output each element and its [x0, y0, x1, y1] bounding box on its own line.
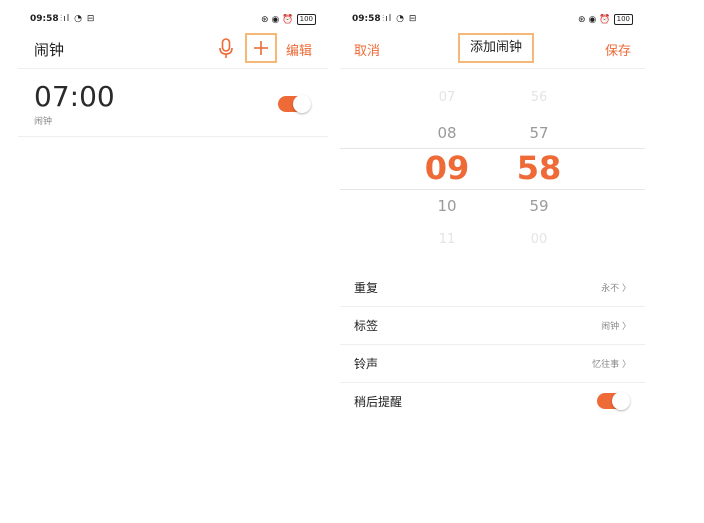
setting-value: 忆往事 〉 — [592, 360, 631, 370]
minute-option[interactable]: 56 — [514, 90, 564, 105]
header: 取消 添加闹钟 保存 — [340, 30, 645, 69]
picker-selection-band — [340, 148, 645, 190]
signal-icons: ⫶ıl ◔ ⊟ — [60, 14, 96, 24]
cancel-button[interactable]: 取消 — [354, 40, 380, 59]
snooze-row[interactable]: 稍后提醒 — [340, 382, 645, 420]
minute-option[interactable]: 00 — [514, 232, 564, 247]
hour-option[interactable]: 10 — [422, 197, 472, 215]
selected-hour[interactable]: 09 — [422, 148, 472, 188]
alarm-list-item[interactable]: 07:00 闹钟 — [18, 78, 328, 137]
selected-minute[interactable]: 58 — [514, 148, 564, 188]
alarm-label: 闹钟 — [34, 117, 53, 127]
alarm-time: 07:00 — [34, 80, 115, 113]
add-alarm-screen: 09:58 ⫶ıl ◔ ⊟ ⊛ ◉ ⏰ 100 取消 添加闹钟 保存 07 08… — [340, 0, 645, 523]
header: 闹钟 编辑 — [18, 30, 328, 69]
status-bar: 09:58 ⫶ıl ◔ ⊟ ⊛ ◉ ⏰ 100 — [30, 14, 316, 28]
hour-option[interactable]: 07 — [422, 90, 472, 105]
ringtone-row[interactable]: 铃声 忆往事 〉 — [340, 344, 645, 383]
page-title: 添加闹钟 — [458, 33, 534, 63]
battery-icon: 100 — [613, 14, 633, 25]
status-time: 09:58 — [352, 14, 381, 24]
alarm-list-screen: 09:58 ⫶ıl ◔ ⊟ ⊛ ◉ ⏰ 100 闹钟 编辑 07:00 闹钟 — [18, 0, 328, 523]
alarm-icon: ⏰ — [599, 14, 611, 25]
repeat-row[interactable]: 重复 永不 〉 — [340, 268, 645, 307]
save-button[interactable]: 保存 — [605, 40, 631, 59]
location-icon: ◉ — [588, 14, 597, 25]
alarm-toggle[interactable] — [278, 95, 311, 113]
time-picker[interactable]: 07 08 09 10 11 56 57 58 59 00 — [340, 68, 645, 268]
signal-icons: ⫶ıl ◔ ⊟ — [382, 14, 418, 24]
battery-icon: 100 — [296, 14, 316, 25]
setting-value: 闹钟 〉 — [601, 322, 631, 332]
label-row[interactable]: 标签 闹钟 〉 — [340, 306, 645, 345]
hour-option[interactable]: 08 — [422, 124, 472, 142]
plus-icon — [254, 41, 268, 55]
eye-icon: ⊛ — [578, 14, 586, 25]
setting-label: 重复 — [354, 281, 379, 295]
add-alarm-button[interactable] — [245, 33, 277, 63]
status-time: 09:58 — [30, 14, 59, 24]
setting-label: 标签 — [354, 319, 379, 333]
minute-option[interactable]: 59 — [514, 197, 564, 215]
status-bar: 09:58 ⫶ıl ◔ ⊟ ⊛ ◉ ⏰ 100 — [352, 14, 633, 28]
page-title: 闹钟 — [34, 41, 65, 59]
setting-value: 永不 〉 — [601, 284, 631, 294]
setting-label: 铃声 — [354, 357, 379, 371]
toggle-knob — [293, 95, 311, 113]
edit-button[interactable]: 编辑 — [286, 40, 312, 59]
hour-option[interactable]: 11 — [422, 232, 472, 247]
eye-icon: ⊛ — [261, 14, 269, 25]
setting-label: 稍后提醒 — [354, 395, 403, 409]
microphone-icon[interactable] — [219, 38, 233, 60]
snooze-toggle[interactable] — [597, 392, 630, 410]
alarm-icon: ⏰ — [282, 14, 294, 25]
location-icon: ◉ — [271, 14, 280, 25]
minute-option[interactable]: 57 — [514, 124, 564, 142]
toggle-knob — [612, 392, 630, 410]
